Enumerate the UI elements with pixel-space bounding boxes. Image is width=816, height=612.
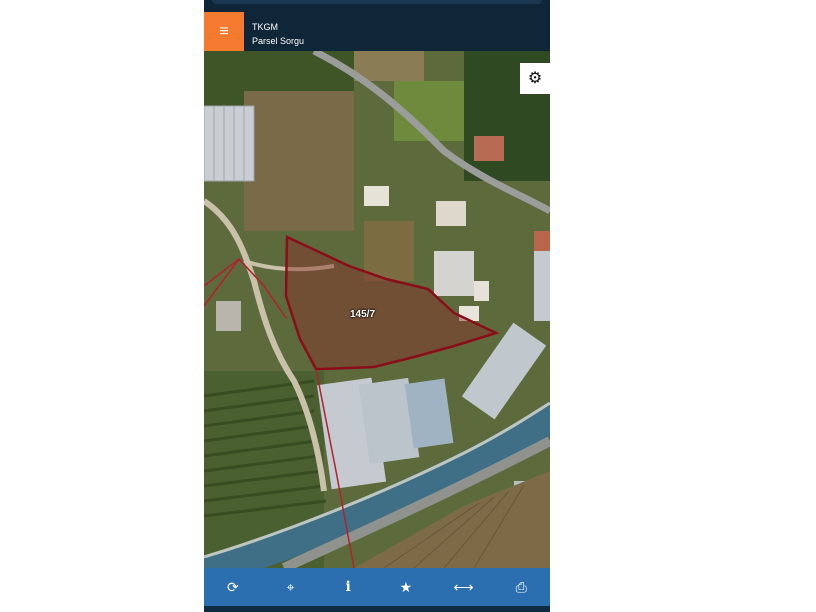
address-bar-edge: [212, 0, 542, 4]
menu-button[interactable]: ≡: [204, 12, 244, 51]
parcel-number-label: 145/7: [350, 309, 376, 320]
favorite-icon: ★: [399, 578, 413, 595]
info-button[interactable]: i: [319, 568, 377, 606]
measure-button[interactable]: ⟷: [435, 568, 493, 606]
locate-button[interactable]: ⌖: [262, 568, 320, 606]
hamburger-icon: ≡: [219, 22, 229, 40]
measure-icon: ⟷: [453, 578, 474, 595]
print-button[interactable]: ⎙: [492, 568, 550, 606]
print-icon: ⎙: [515, 578, 527, 595]
favorite-button[interactable]: ★: [377, 568, 435, 606]
app-subtitle: Parsel Sorgu: [252, 36, 305, 46]
locate-icon: ⌖: [286, 578, 295, 595]
refresh-button[interactable]: ⟳: [204, 568, 262, 606]
map-imagery: [204, 51, 550, 568]
status-strip: [204, 0, 550, 12]
refresh-icon: ⟳: [226, 578, 239, 595]
app-header: ≡ TKGM Parsel Sorgu: [204, 12, 550, 51]
satellite-map[interactable]: [204, 51, 550, 568]
bottom-edge: [204, 606, 550, 612]
info-icon: i: [345, 579, 351, 595]
bottom-toolbar: ⟳ ⌖ i ★ ⟷ ⎙: [204, 568, 550, 606]
mobile-app-frame: ≡ TKGM Parsel Sorgu ⚙ 145/7 ⟳ ⌖ i ★ ⟷ ⎙: [204, 0, 550, 612]
app-title: TKGM: [252, 22, 278, 32]
gear-icon: ⚙: [527, 69, 543, 87]
settings-button[interactable]: ⚙: [520, 63, 550, 94]
